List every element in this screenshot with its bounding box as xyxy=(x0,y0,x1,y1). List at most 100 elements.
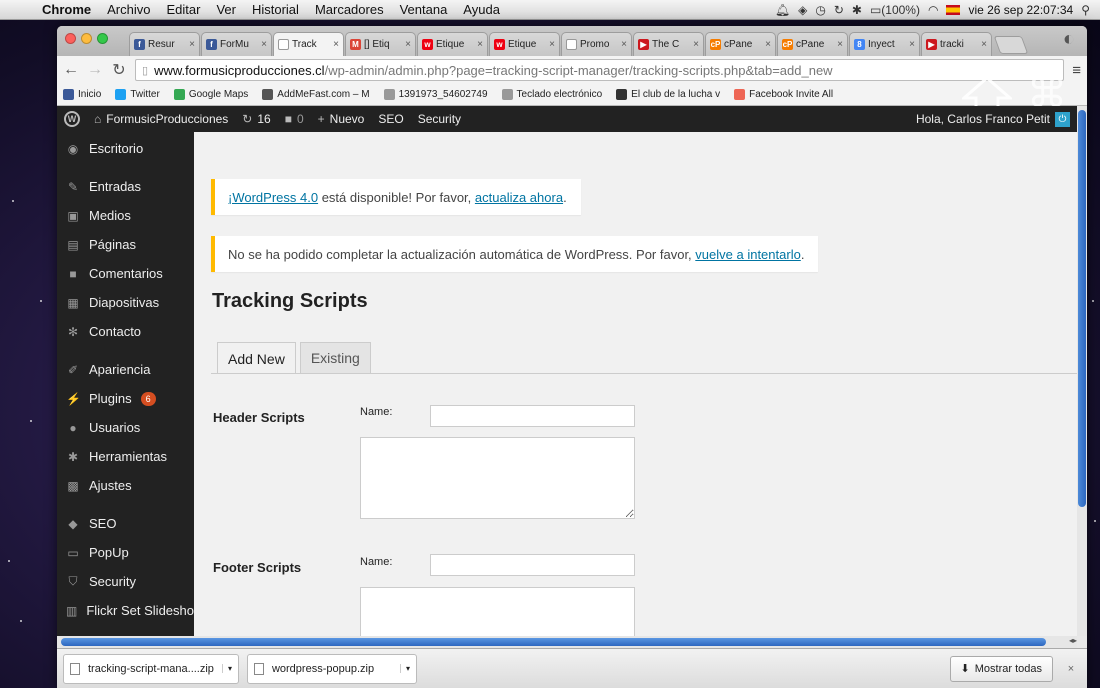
bookmark-item[interactable]: Google Maps xyxy=(173,89,248,100)
input-source-flag-icon[interactable] xyxy=(946,4,961,15)
sidebar-item-p-ginas[interactable]: ▤ Páginas xyxy=(57,230,194,259)
header-script-textarea[interactable] xyxy=(360,437,635,519)
browser-tab[interactable]: f Resur × xyxy=(129,32,200,56)
sidebar-item-diapositivas[interactable]: ▦ Diapositivas xyxy=(57,288,194,317)
close-tab-icon[interactable]: × xyxy=(981,39,987,50)
menu-ayuda[interactable]: Ayuda xyxy=(455,2,508,17)
sidebar-item-entradas[interactable]: ✎ Entradas xyxy=(57,172,194,201)
update-now-link[interactable]: actualiza ahora xyxy=(475,190,563,205)
vertical-scroll-thumb[interactable] xyxy=(1078,110,1086,507)
address-bar[interactable]: ▯ www.formusicproducciones.cl/wp-admin/a… xyxy=(135,59,1065,81)
sidebar-item-herramientas[interactable]: ✱ Herramientas xyxy=(57,442,194,471)
horizontal-scroll-thumb[interactable] xyxy=(61,638,1046,646)
header-name-input[interactable] xyxy=(430,405,635,427)
close-tab-icon[interactable]: × xyxy=(549,39,555,50)
dropbox-icon[interactable]: ◈ xyxy=(798,3,807,17)
close-tab-icon[interactable]: × xyxy=(765,39,771,50)
minimize-window-button[interactable] xyxy=(81,33,92,44)
menu-archivo[interactable]: Archivo xyxy=(99,2,158,17)
time-machine-icon[interactable]: ◷ xyxy=(815,3,825,17)
spotlight-search-icon[interactable]: ⚲ xyxy=(1081,3,1090,17)
new-tab-button[interactable] xyxy=(993,36,1029,54)
sidebar-item-medios[interactable]: ▣ Medios xyxy=(57,201,194,230)
download-item[interactable]: tracking-script-mana....zip ▾ xyxy=(63,653,239,684)
sidebar-item-flickr-set-slideshows[interactable]: ▥ Flickr Set Slideshows xyxy=(57,596,194,625)
chrome-menu-icon[interactable]: ≡ xyxy=(1072,62,1081,79)
tab-add-new[interactable]: Add New xyxy=(217,342,296,374)
bookmark-item[interactable]: Twitter xyxy=(115,89,160,100)
sync-icon[interactable]: ↻ xyxy=(834,3,844,17)
bookmark-item[interactable]: Teclado electrónico xyxy=(501,89,602,100)
bookmark-item[interactable]: El club de la lucha v xyxy=(616,89,720,100)
sidebar-item-contacto[interactable]: ✻ Contacto xyxy=(57,317,194,346)
menu-historial[interactable]: Historial xyxy=(244,2,307,17)
browser-tab[interactable]: f ForMu × xyxy=(201,32,272,56)
new-content-link[interactable]: + Nuevo xyxy=(311,112,372,126)
updates-link[interactable]: ↻ 16 xyxy=(235,112,277,126)
close-tab-icon[interactable]: × xyxy=(693,39,699,50)
sidebar-item-comentarios[interactable]: ■ Comentarios xyxy=(57,259,194,288)
battery-icon[interactable]: ▭(100%) xyxy=(870,3,920,17)
download-item[interactable]: wordpress-popup.zip ▾ xyxy=(246,653,417,684)
sidebar-item-seo[interactable]: ◆ SEO xyxy=(57,509,194,538)
menu-editar[interactable]: Editar xyxy=(158,2,208,17)
scroll-arrows-icon[interactable]: ◂▸ xyxy=(1069,636,1077,645)
browser-tab[interactable]: cP cPane × xyxy=(777,32,848,56)
close-tab-icon[interactable]: × xyxy=(621,39,627,50)
show-all-downloads-button[interactable]: ⬇ Mostrar todas xyxy=(949,655,1053,682)
reload-button[interactable]: ↻ xyxy=(111,60,127,80)
footer-script-textarea[interactable] xyxy=(360,587,635,636)
close-downloads-icon[interactable]: × xyxy=(1061,663,1081,675)
menubar-clock[interactable]: vie 26 sep 22:07:34 xyxy=(968,3,1073,17)
zoom-window-button[interactable] xyxy=(97,33,108,44)
vertical-scrollbar[interactable] xyxy=(1077,106,1087,636)
app-menu-chrome[interactable]: Chrome xyxy=(34,2,99,17)
seo-admin-link[interactable]: SEO xyxy=(371,112,410,126)
bookmark-item[interactable]: 1391973_54602749 xyxy=(383,89,488,100)
wp-logo-menu[interactable]: W xyxy=(57,111,87,127)
close-tab-icon[interactable]: × xyxy=(189,39,195,50)
sidebar-item-apariencia[interactable]: ✐ Apariencia xyxy=(57,355,194,384)
close-tab-icon[interactable]: × xyxy=(477,39,483,50)
browser-tab[interactable]: w Etique × xyxy=(417,32,488,56)
security-admin-link[interactable]: Security xyxy=(411,112,468,126)
browser-tab[interactable]: M[] Etiq × xyxy=(345,32,416,56)
sidebar-item-escritorio[interactable]: ◉ Escritorio xyxy=(57,134,194,163)
sidebar-item-popup[interactable]: ▭ PopUp xyxy=(57,538,194,567)
bookmark-item[interactable]: AddMeFast.com – M xyxy=(262,89,370,100)
close-tab-icon[interactable]: × xyxy=(909,39,915,50)
menu-ventana[interactable]: Ventana xyxy=(392,2,456,17)
browser-tab[interactable]: cP cPane × xyxy=(705,32,776,56)
sidebar-item-ajustes[interactable]: ▩ Ajustes xyxy=(57,471,194,500)
comments-link[interactable]: ■ 0 xyxy=(278,112,311,126)
retry-link[interactable]: vuelve a intentarlo xyxy=(695,247,801,262)
back-button[interactable]: ← xyxy=(63,61,79,79)
sidebar-item-plugins[interactable]: ⚡ Plugins 6 xyxy=(57,384,194,413)
close-tab-icon[interactable]: × xyxy=(837,39,843,50)
power-icon[interactable]: ⏻ xyxy=(1055,111,1070,127)
browser-tab[interactable]: ▶ The C × xyxy=(633,32,704,56)
browser-tab[interactable]: ▶ tracki × xyxy=(921,32,992,56)
browser-tab[interactable]: w Etique × xyxy=(489,32,560,56)
download-menu-icon[interactable]: ▾ xyxy=(221,664,232,673)
wordpress-version-link[interactable]: ¡WordPress 4.0 xyxy=(228,190,318,205)
forward-button[interactable]: → xyxy=(87,61,103,79)
horizontal-scrollbar[interactable]: ◂▸ xyxy=(57,636,1077,648)
close-tab-icon[interactable]: × xyxy=(333,39,339,50)
sidebar-item-security[interactable]: ⛉ Security xyxy=(57,567,194,596)
bookmark-item[interactable]: Facebook Invite All xyxy=(734,89,833,100)
close-tab-icon[interactable]: × xyxy=(405,39,411,50)
bluetooth-icon[interactable]: ✱ xyxy=(852,3,862,17)
close-window-button[interactable] xyxy=(65,33,76,44)
sidebar-item-usuarios[interactable]: ● Usuarios xyxy=(57,413,194,442)
browser-tab[interactable]: 8 Inyect × xyxy=(849,32,920,56)
my-account-link[interactable]: Hola, Carlos Franco Petit ⏻ xyxy=(909,111,1077,127)
menu-marcadores[interactable]: Marcadores xyxy=(307,2,392,17)
notification-bell-icon[interactable]: 🔔︎ xyxy=(775,3,790,17)
close-tab-icon[interactable]: × xyxy=(261,39,267,50)
menu-ver[interactable]: Ver xyxy=(208,2,244,17)
site-name-link[interactable]: ⌂ FormusicProducciones xyxy=(87,112,235,126)
browser-tab[interactable]: Track × xyxy=(273,32,344,56)
wifi-icon[interactable]: ◠ xyxy=(928,3,938,17)
footer-name-input[interactable] xyxy=(430,554,635,576)
